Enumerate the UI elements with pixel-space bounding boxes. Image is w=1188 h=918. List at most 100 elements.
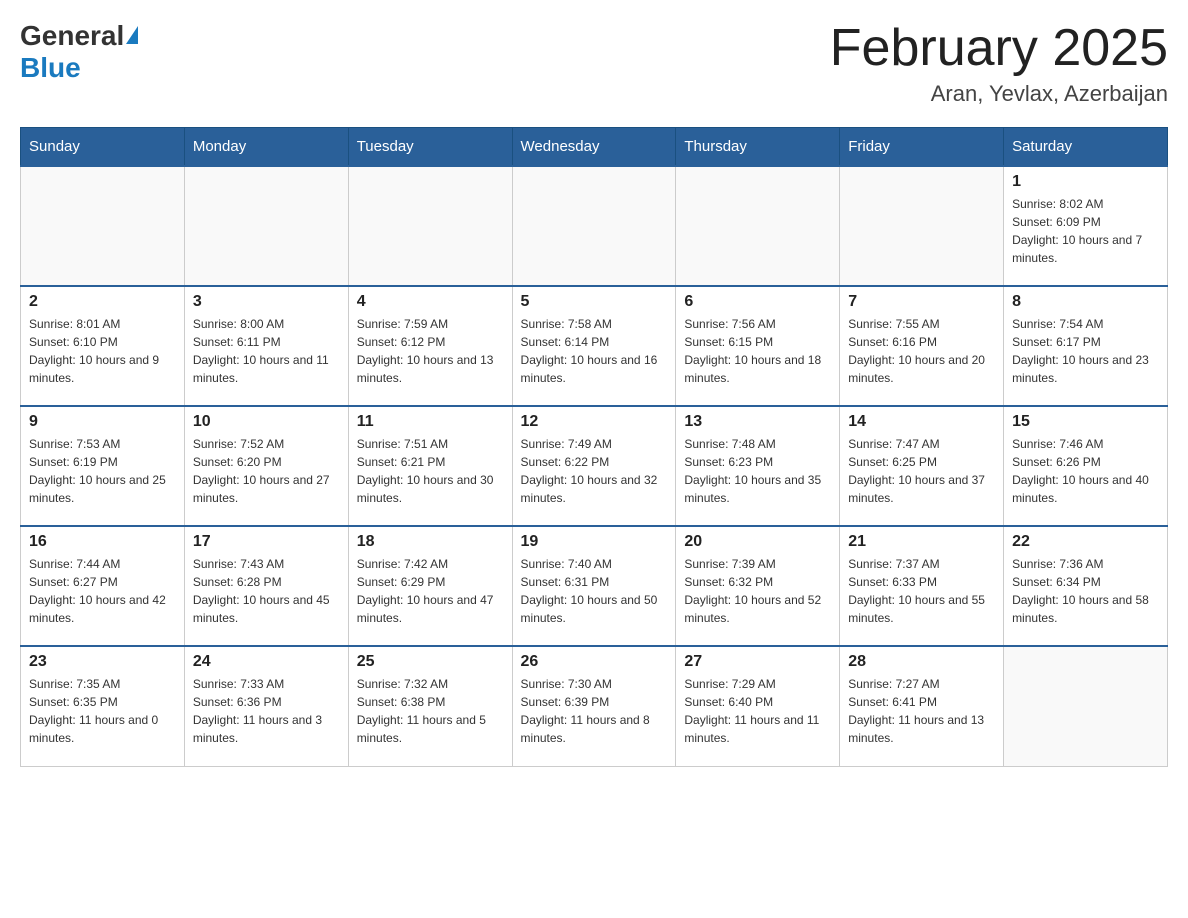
week-row-2: 2 Sunrise: 8:01 AM Sunset: 6:10 PM Daylig… [21, 286, 1168, 406]
day-info: Sunrise: 7:54 AM Sunset: 6:17 PM Dayligh… [1012, 315, 1159, 387]
day-cell: 28 Sunrise: 7:27 AM Sunset: 6:41 PM Dayli… [840, 646, 1004, 766]
day-number: 17 [193, 533, 340, 551]
day-info: Sunrise: 7:58 AM Sunset: 6:14 PM Dayligh… [521, 315, 668, 387]
title-block: February 2025 Aran, Yevlax, Azerbaijan [830, 20, 1168, 107]
day-info: Sunrise: 7:37 AM Sunset: 6:33 PM Dayligh… [848, 555, 995, 627]
day-number: 4 [357, 293, 504, 311]
day-cell [840, 166, 1004, 286]
calendar-title: February 2025 [830, 20, 1168, 77]
day-info: Sunrise: 7:49 AM Sunset: 6:22 PM Dayligh… [521, 435, 668, 507]
day-cell: 22 Sunrise: 7:36 AM Sunset: 6:34 PM Dayli… [1004, 526, 1168, 646]
day-cell: 21 Sunrise: 7:37 AM Sunset: 6:33 PM Dayli… [840, 526, 1004, 646]
day-info: Sunrise: 7:59 AM Sunset: 6:12 PM Dayligh… [357, 315, 504, 387]
day-cell: 19 Sunrise: 7:40 AM Sunset: 6:31 PM Dayli… [512, 526, 676, 646]
day-number: 22 [1012, 533, 1159, 551]
day-number: 16 [29, 533, 176, 551]
column-header-friday: Friday [840, 128, 1004, 167]
day-info: Sunrise: 7:27 AM Sunset: 6:41 PM Dayligh… [848, 675, 995, 747]
day-number: 7 [848, 293, 995, 311]
day-info: Sunrise: 7:40 AM Sunset: 6:31 PM Dayligh… [521, 555, 668, 627]
day-cell: 16 Sunrise: 7:44 AM Sunset: 6:27 PM Dayli… [21, 526, 185, 646]
day-info: Sunrise: 7:47 AM Sunset: 6:25 PM Dayligh… [848, 435, 995, 507]
column-header-sunday: Sunday [21, 128, 185, 167]
day-info: Sunrise: 7:35 AM Sunset: 6:35 PM Dayligh… [29, 675, 176, 747]
day-cell [21, 166, 185, 286]
logo-triangle-icon [126, 26, 138, 44]
day-number: 11 [357, 413, 504, 431]
day-cell: 26Sunrise: 7:30 AM Sunset: 6:39 PM Dayli… [512, 646, 676, 766]
day-info: Sunrise: 7:48 AM Sunset: 6:23 PM Dayligh… [684, 435, 831, 507]
calendar-subtitle: Aran, Yevlax, Azerbaijan [830, 81, 1168, 107]
day-number: 1 [1012, 173, 1159, 191]
day-info: Sunrise: 7:43 AM Sunset: 6:28 PM Dayligh… [193, 555, 340, 627]
day-number: 13 [684, 413, 831, 431]
day-info: Sunrise: 7:51 AM Sunset: 6:21 PM Dayligh… [357, 435, 504, 507]
column-header-wednesday: Wednesday [512, 128, 676, 167]
page-header: General Blue February 2025 Aran, Yevlax,… [20, 20, 1168, 107]
calendar-table: SundayMondayTuesdayWednesdayThursdayFrid… [20, 127, 1168, 767]
logo: General Blue [20, 20, 138, 84]
day-number: 6 [684, 293, 831, 311]
day-cell: 9 Sunrise: 7:53 AM Sunset: 6:19 PM Daylig… [21, 406, 185, 526]
day-info: Sunrise: 7:39 AM Sunset: 6:32 PM Dayligh… [684, 555, 831, 627]
day-cell: 23 Sunrise: 7:35 AM Sunset: 6:35 PM Dayli… [21, 646, 185, 766]
day-number: 10 [193, 413, 340, 431]
day-number: 15 [1012, 413, 1159, 431]
day-info: Sunrise: 7:29 AM Sunset: 6:40 PM Dayligh… [684, 675, 831, 747]
week-row-1: 1 Sunrise: 8:02 AM Sunset: 6:09 PM Daylig… [21, 166, 1168, 286]
day-info: Sunrise: 7:33 AM Sunset: 6:36 PM Dayligh… [193, 675, 340, 747]
day-info: Sunrise: 7:55 AM Sunset: 6:16 PM Dayligh… [848, 315, 995, 387]
day-cell: 10 Sunrise: 7:52 AM Sunset: 6:20 PM Dayli… [184, 406, 348, 526]
week-row-4: 16 Sunrise: 7:44 AM Sunset: 6:27 PM Dayli… [21, 526, 1168, 646]
day-cell: 4 Sunrise: 7:59 AM Sunset: 6:12 PM Daylig… [348, 286, 512, 406]
day-number: 23 [29, 653, 176, 671]
day-info: Sunrise: 7:44 AM Sunset: 6:27 PM Dayligh… [29, 555, 176, 627]
day-cell [1004, 646, 1168, 766]
day-info: Sunrise: 8:01 AM Sunset: 6:10 PM Dayligh… [29, 315, 176, 387]
day-number: 18 [357, 533, 504, 551]
day-cell: 25Sunrise: 7:32 AM Sunset: 6:38 PM Dayli… [348, 646, 512, 766]
day-number: 27 [684, 653, 831, 671]
day-cell: 18 Sunrise: 7:42 AM Sunset: 6:29 PM Dayli… [348, 526, 512, 646]
day-number: 28 [848, 653, 995, 671]
day-cell [184, 166, 348, 286]
day-number: 19 [521, 533, 668, 551]
week-row-3: 9 Sunrise: 7:53 AM Sunset: 6:19 PM Daylig… [21, 406, 1168, 526]
day-number: 21 [848, 533, 995, 551]
day-cell: 1 Sunrise: 8:02 AM Sunset: 6:09 PM Daylig… [1004, 166, 1168, 286]
day-number: 8 [1012, 293, 1159, 311]
day-cell: 7 Sunrise: 7:55 AM Sunset: 6:16 PM Daylig… [840, 286, 1004, 406]
day-info: Sunrise: 8:00 AM Sunset: 6:11 PM Dayligh… [193, 315, 340, 387]
day-info: Sunrise: 8:02 AM Sunset: 6:09 PM Dayligh… [1012, 195, 1159, 267]
day-cell: 27 Sunrise: 7:29 AM Sunset: 6:40 PM Dayli… [676, 646, 840, 766]
column-header-monday: Monday [184, 128, 348, 167]
day-number: 2 [29, 293, 176, 311]
day-info: Sunrise: 7:42 AM Sunset: 6:29 PM Dayligh… [357, 555, 504, 627]
day-cell: 20 Sunrise: 7:39 AM Sunset: 6:32 PM Dayli… [676, 526, 840, 646]
day-cell: 5 Sunrise: 7:58 AM Sunset: 6:14 PM Daylig… [512, 286, 676, 406]
day-info: Sunrise: 7:53 AM Sunset: 6:19 PM Dayligh… [29, 435, 176, 507]
day-number: 24 [193, 653, 340, 671]
day-cell [348, 166, 512, 286]
column-header-tuesday: Tuesday [348, 128, 512, 167]
day-number: 3 [193, 293, 340, 311]
day-cell: 6Sunrise: 7:56 AM Sunset: 6:15 PM Daylig… [676, 286, 840, 406]
day-cell: 12Sunrise: 7:49 AM Sunset: 6:22 PM Dayli… [512, 406, 676, 526]
day-number: 20 [684, 533, 831, 551]
day-cell: 24 Sunrise: 7:33 AM Sunset: 6:36 PM Dayli… [184, 646, 348, 766]
day-number: 25 [357, 653, 504, 671]
day-number: 9 [29, 413, 176, 431]
day-info: Sunrise: 7:46 AM Sunset: 6:26 PM Dayligh… [1012, 435, 1159, 507]
day-number: 5 [521, 293, 668, 311]
day-cell: 11 Sunrise: 7:51 AM Sunset: 6:21 PM Dayli… [348, 406, 512, 526]
logo-text-general: General [20, 20, 124, 52]
day-cell: 13 Sunrise: 7:48 AM Sunset: 6:23 PM Dayli… [676, 406, 840, 526]
day-info: Sunrise: 7:52 AM Sunset: 6:20 PM Dayligh… [193, 435, 340, 507]
day-cell: 15 Sunrise: 7:46 AM Sunset: 6:26 PM Dayli… [1004, 406, 1168, 526]
logo-text-blue: Blue [20, 52, 81, 84]
day-cell [676, 166, 840, 286]
day-cell: 14Sunrise: 7:47 AM Sunset: 6:25 PM Dayli… [840, 406, 1004, 526]
header-row: SundayMondayTuesdayWednesdayThursdayFrid… [21, 128, 1168, 167]
day-info: Sunrise: 7:36 AM Sunset: 6:34 PM Dayligh… [1012, 555, 1159, 627]
day-info: Sunrise: 7:30 AM Sunset: 6:39 PM Dayligh… [521, 675, 668, 747]
